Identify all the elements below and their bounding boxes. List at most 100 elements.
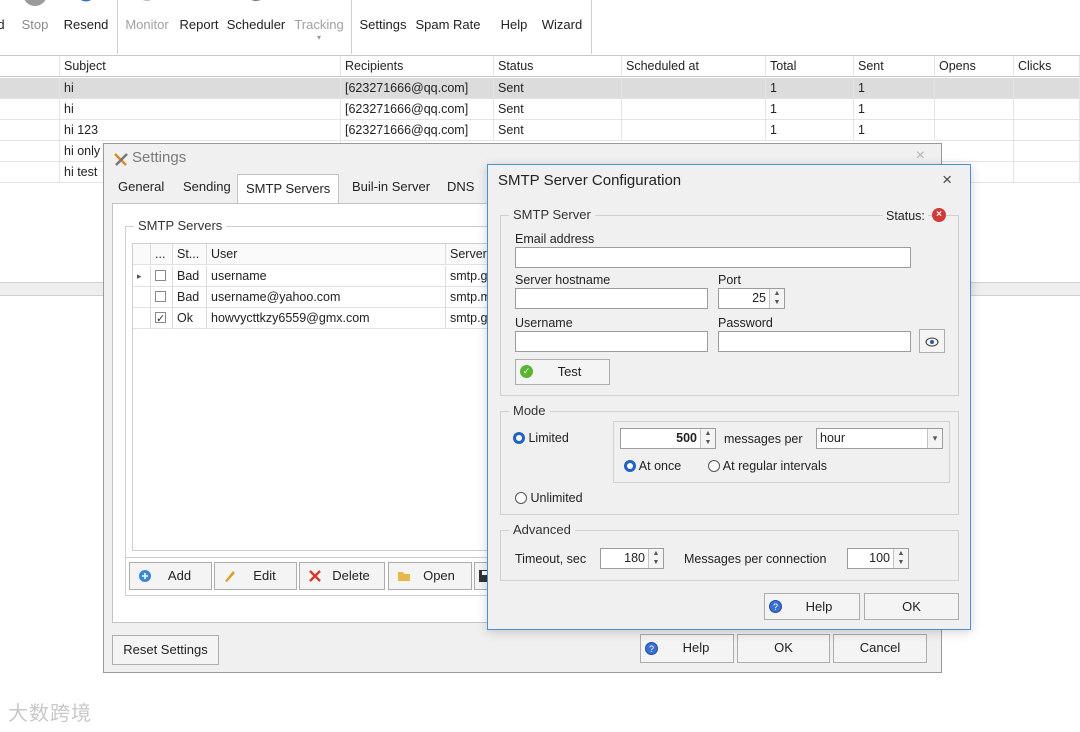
at-once-label: At once <box>638 459 682 473</box>
stop-button[interactable]: Stop <box>14 0 56 54</box>
dialog-close-icon[interactable]: × <box>942 170 952 190</box>
column-header-total[interactable]: Total <box>766 56 854 76</box>
spin-arrows-icon[interactable]: ▲ ▼ <box>769 289 784 308</box>
tab-builtin-server[interactable]: Buil-in Server <box>348 176 434 202</box>
messages-per-label: messages per <box>724 432 803 446</box>
password-input[interactable] <box>718 331 911 352</box>
test-button[interactable]: ✓ Test <box>515 359 610 385</box>
column-header-status[interactable]: Status <box>494 56 622 76</box>
column-header-opens[interactable]: Opens <box>935 56 1014 76</box>
monitor-button[interactable]: Monitor <box>122 0 172 54</box>
cell-clicks <box>1014 162 1080 182</box>
dialog-help-button[interactable]: ? Help <box>764 593 860 620</box>
email-address-input[interactable] <box>515 247 911 268</box>
tab-sending[interactable]: Sending <box>179 176 235 202</box>
report-button[interactable]: Report <box>176 0 222 54</box>
timeout-stepper[interactable]: 180 ▲ ▼ <box>600 548 664 569</box>
scheduler-clock-icon <box>251 0 261 1</box>
username-input[interactable] <box>515 331 708 352</box>
cell-sent: 1 <box>854 120 935 140</box>
show-password-button[interactable] <box>919 329 945 353</box>
cell-sent: 1 <box>854 78 935 98</box>
delete-server-button[interactable]: Delete <box>299 562 385 590</box>
settings-help-button[interactable]: ? Help <box>640 634 734 663</box>
chevron-down-icon[interactable]: ▾ <box>927 429 942 448</box>
column-header-clicks[interactable]: Clicks <box>1014 56 1080 76</box>
add-icon <box>139 570 151 582</box>
tab-dns[interactable]: DNS <box>443 176 478 202</box>
email-label: Email address <box>515 232 595 246</box>
port-label: Port <box>718 273 741 287</box>
cell-opens <box>935 99 1014 119</box>
resend-button[interactable]: Resend <box>60 0 112 54</box>
period-value: hour <box>820 431 846 445</box>
settings-close-icon[interactable]: × <box>916 147 925 165</box>
messages-stepper[interactable]: 500 ▲ ▼ <box>620 428 716 449</box>
column-header-recipients[interactable]: Recipients <box>341 56 494 76</box>
row-marker <box>0 99 60 119</box>
spin-arrows-icon[interactable]: ▲ ▼ <box>893 549 908 568</box>
status-label: Status: <box>883 209 928 223</box>
cell-opens <box>935 78 1014 98</box>
enabled-checkbox[interactable] <box>151 308 173 329</box>
tracking-button[interactable]: Tracking ▾ <box>292 0 346 54</box>
settings-button[interactable]: Settings <box>357 0 409 54</box>
wizard-button[interactable]: Wizard <box>538 0 586 54</box>
column-header-subject[interactable]: Subject <box>60 56 341 76</box>
spin-arrows-icon[interactable]: ▲ ▼ <box>700 429 715 448</box>
help-button[interactable]: Help <box>495 0 533 54</box>
spam-rate-button[interactable]: Spam Rate <box>414 0 482 54</box>
scheduler-button[interactable]: Scheduler <box>226 0 286 54</box>
unlimited-radio[interactable]: Unlimited <box>515 491 583 505</box>
cell-subject: hi <box>60 99 341 119</box>
row-marker <box>0 78 60 98</box>
column-header-sent[interactable]: Sent <box>854 56 935 76</box>
limited-label: Limited <box>528 431 569 445</box>
enabled-checkbox[interactable] <box>151 287 173 308</box>
enabled-checkbox[interactable] <box>151 266 173 287</box>
column-header-user[interactable]: User <box>207 244 446 265</box>
row-indicator <box>133 287 151 308</box>
cell-state: Bad <box>173 266 207 287</box>
tab-smtp-servers[interactable]: SMTP Servers <box>237 174 340 204</box>
cell-scheduled <box>622 78 766 98</box>
dialog-ok-button[interactable]: OK <box>864 593 959 620</box>
settings-ok-label: OK <box>774 640 793 655</box>
column-header-state[interactable]: St... <box>173 244 207 265</box>
column-header-check[interactable]: ... <box>151 244 173 265</box>
report-label: Report <box>179 17 219 32</box>
dialog-help-label: Help <box>805 599 833 614</box>
cell-clicks <box>1014 120 1080 140</box>
settings-help-label: Help <box>682 640 710 655</box>
cell-sent: 1 <box>854 99 935 119</box>
reset-settings-button[interactable]: Reset Settings <box>112 635 219 665</box>
open-file-button[interactable]: Open <box>388 562 472 590</box>
port-stepper[interactable]: 25 ▲ ▼ <box>718 288 785 309</box>
regular-intervals-radio[interactable]: At regular intervals <box>708 459 827 473</box>
add-server-button[interactable]: Add <box>129 562 212 590</box>
help-label: Help <box>500 17 528 32</box>
partial-toolbar-button[interactable]: d <box>0 0 8 54</box>
table-row[interactable]: hi [623271666@qq.com] Sent 1 1 <box>0 78 1080 99</box>
settings-ok-button[interactable]: OK <box>737 634 830 663</box>
cell-subject: hi 123 <box>60 120 341 140</box>
table-row[interactable]: hi [623271666@qq.com] Sent 1 1 <box>0 99 1080 120</box>
limited-radio[interactable]: Limited <box>513 431 569 445</box>
settings-cancel-button[interactable]: Cancel <box>833 634 927 663</box>
timeout-label: Timeout, sec <box>515 552 587 566</box>
edit-server-button[interactable]: Edit <box>214 562 297 590</box>
column-header-scheduled[interactable]: Scheduled at <box>622 56 766 76</box>
table-row[interactable]: hi 123 [623271666@qq.com] Sent 1 1 <box>0 120 1080 141</box>
stop-icon <box>24 0 46 6</box>
smtp-server-group: SMTP Server Status: × Email address Serv… <box>500 207 959 396</box>
limited-radio-dot <box>513 431 525 444</box>
test-check-icon: ✓ <box>520 365 533 378</box>
at-once-radio[interactable]: At once <box>624 459 681 473</box>
settings-cancel-label: Cancel <box>859 640 901 655</box>
open-label: Open <box>423 568 455 583</box>
server-hostname-input[interactable] <box>515 288 708 309</box>
period-select[interactable]: hour ▾ <box>816 428 943 449</box>
tab-general[interactable]: General <box>114 176 168 202</box>
messages-per-connection-stepper[interactable]: 100 ▲ ▼ <box>847 548 909 569</box>
spin-arrows-icon[interactable]: ▲ ▼ <box>648 549 663 568</box>
